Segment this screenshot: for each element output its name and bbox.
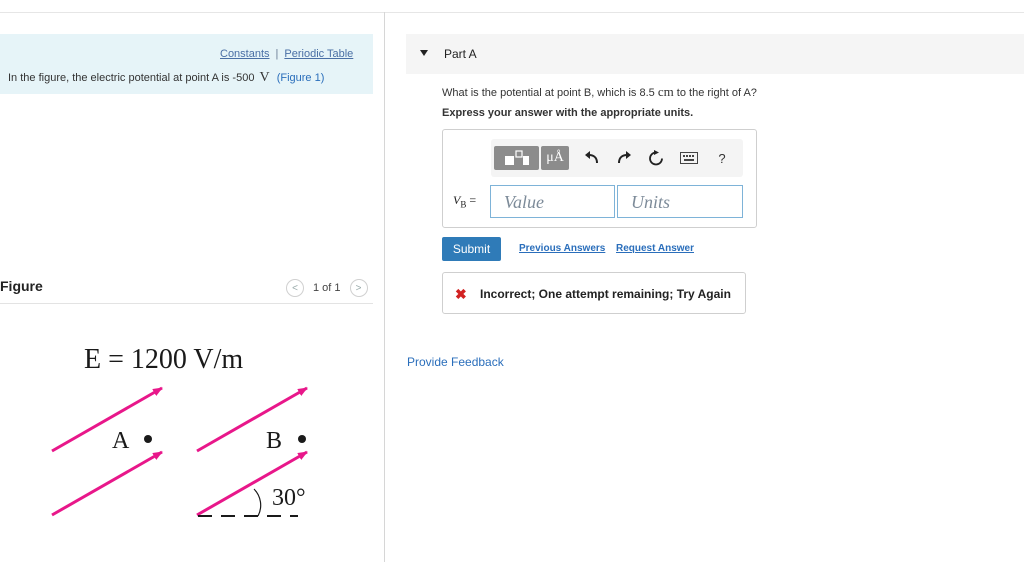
figure-pager: < 1 of 1 > [286,279,368,297]
answer-box: μÅ ? VB = Value Units [442,129,757,228]
point-b-dot [298,435,306,443]
angle-arc [253,488,262,517]
help-button[interactable]: ? [713,146,731,170]
instruction: Express your answer with the appropriate… [442,107,694,119]
redo-button[interactable] [613,146,635,170]
field-label: E = 1200 V/m [84,344,243,375]
top-border [0,12,1024,13]
reference-links: Constants | Periodic Table [220,48,353,60]
part-header[interactable]: Part A [406,34,1024,74]
figure-title: Figure [0,278,43,294]
reset-button[interactable] [645,146,667,170]
field-arrow [51,450,163,517]
answer-variable: VB = [453,193,476,209]
figure-link[interactable]: (Figure 1) [277,72,325,84]
keyboard-icon [680,152,698,164]
question-text-end: to the right of A? [676,87,757,99]
periodic-table-link[interactable]: Periodic Table [284,48,353,60]
question-unit: cm [657,84,674,99]
reset-icon [649,150,663,166]
provide-feedback-link[interactable]: Provide Feedback [407,355,504,369]
problem-unit: V [259,70,270,85]
page: Constants | Periodic Table In the figure, … [0,0,1024,562]
equals-sign: = [469,193,477,207]
panel-divider [384,12,385,562]
value-input[interactable]: Value [490,185,615,218]
redo-icon [618,151,631,164]
units-button[interactable]: μÅ [541,146,569,170]
units-input[interactable]: Units [617,185,743,218]
question: What is the potential at point B, which … [442,84,757,100]
undo-button[interactable] [581,146,603,170]
feedback-message: Incorrect; One attempt remaining; Try Ag… [480,287,731,301]
point-b-label: B [266,428,282,454]
incorrect-x-icon: ✖ [455,286,467,302]
undo-icon [585,151,598,164]
keyboard-button[interactable] [677,146,701,170]
point-a-label: A [112,428,130,454]
constants-link[interactable]: Constants [220,48,270,60]
templates-icon [504,150,529,165]
point-a-dot [144,435,152,443]
pager-prev-button[interactable]: < [286,279,304,297]
part-title: Part A [444,47,477,61]
math-toolbar: μÅ ? [491,139,743,177]
intro-box: Constants | Periodic Table In the figure, … [0,34,373,94]
figure-diagram: E = 1200 V/m A B 30° [51,344,308,517]
collapse-caret-icon[interactable] [420,50,428,56]
request-answer-link[interactable]: Request Answer [616,243,694,254]
problem-statement: In the figure, the electric potential at… [8,70,324,86]
field-arrow [196,386,308,453]
figure-rule [0,303,373,304]
link-separator: | [275,48,279,60]
templates-button[interactable] [494,146,539,170]
submit-button[interactable]: Submit [442,237,501,261]
angle-label: 30° [272,485,306,511]
question-text: What is the potential at point B, which … [442,87,655,99]
problem-text: In the figure, the electric potential at… [8,72,255,84]
variable-subscript: B [460,199,467,210]
previous-answers-link[interactable]: Previous Answers [519,243,605,254]
pager-count: 1 of 1 [313,282,341,294]
feedback-box: ✖ Incorrect; One attempt remaining; Try … [442,272,746,314]
pager-next-button[interactable]: > [349,279,368,297]
